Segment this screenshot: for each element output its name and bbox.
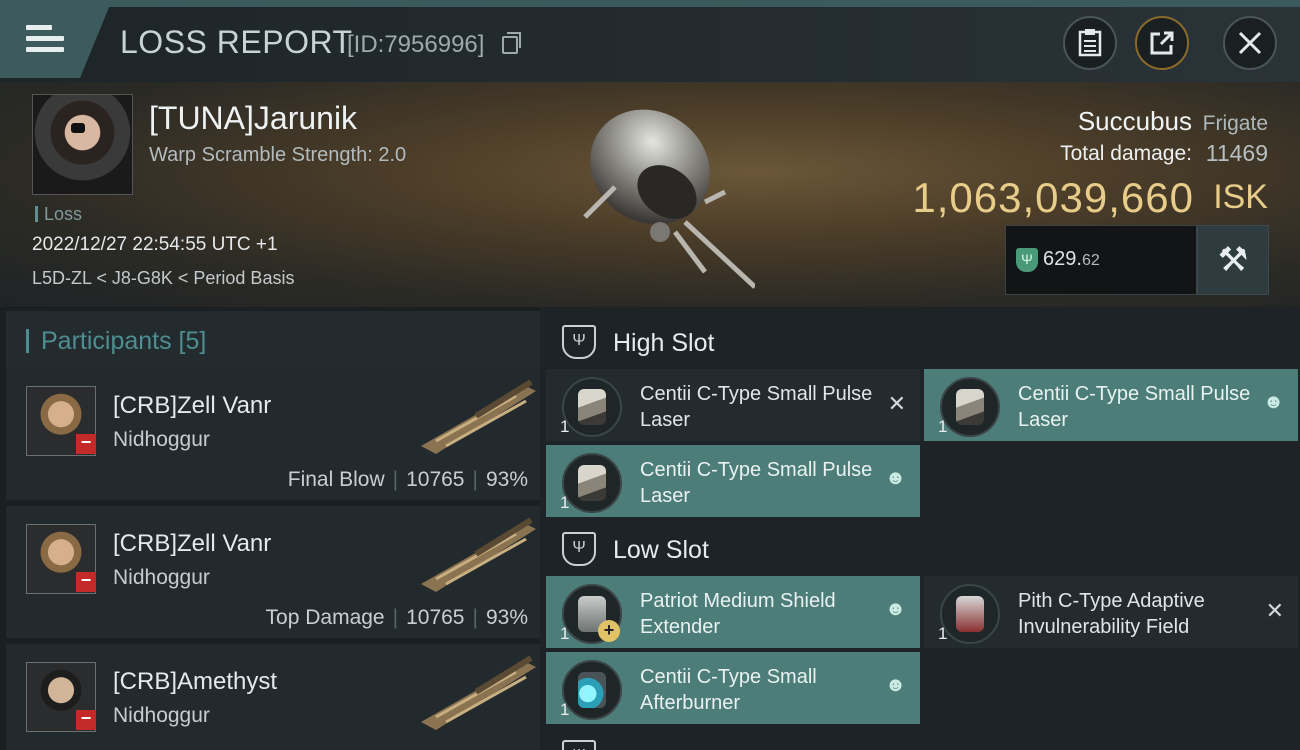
module-item[interactable]: 1 Centii C-Type Small Pulse Laser ☻ <box>924 369 1298 441</box>
clipboard-button[interactable] <box>1063 16 1117 70</box>
kill-location: L5D-ZL < J8-G8K < Period Basis <box>32 268 295 288</box>
module-icon <box>562 660 622 720</box>
module-item[interactable]: 1 Centii C-Type Small Pulse Laser ✕ <box>546 369 920 441</box>
participant-tag: Top Damage <box>265 606 385 629</box>
participant-percent: 93% <box>485 468 528 491</box>
dropped-person-icon: ☻ <box>884 674 906 696</box>
module-item[interactable]: + 1 Patriot Medium Shield Extender ☻ <box>546 576 920 648</box>
participant-ship-image <box>421 655 536 730</box>
high-slot-label: High Slot <box>613 329 715 357</box>
dropped-person-icon: ☻ <box>884 598 906 620</box>
destroyed-icon: ✕ <box>887 391 906 416</box>
module-quantity: 1 <box>938 624 948 643</box>
module-icon <box>940 584 1000 644</box>
destroyed-icon: ✕ <box>1265 598 1284 623</box>
fitting-value: 629.62 <box>1043 248 1100 270</box>
copy-id-icon[interactable] <box>502 32 521 54</box>
participants-panel: Participants [5] − [CRB]Zell Vanr Nidhog… <box>0 307 540 750</box>
module-name: Centii C-Type Small Pulse Laser <box>640 459 873 507</box>
participant-ship: Nidhoggur <box>113 428 210 451</box>
loss-tag: Loss <box>35 205 82 223</box>
report-id: [ID:7956996] <box>347 31 485 58</box>
victim-portrait[interactable] <box>32 94 133 195</box>
participant-row[interactable]: − [CRB]Zell Vanr Nidhoggur Final Blow | 10… <box>6 368 540 500</box>
module-icon <box>940 377 1000 437</box>
participant-row[interactable]: − [CRB]Zell Vanr Nidhoggur Top Damage | 10… <box>6 506 540 638</box>
close-button[interactable] <box>1223 16 1277 70</box>
participant-stats: Top Damage | 10765 | 93% <box>265 606 528 629</box>
share-button[interactable] <box>1135 16 1189 70</box>
plus-badge-icon: + <box>598 620 620 642</box>
high-slot-icon: Ψ <box>562 325 596 359</box>
participant-row[interactable]: − [CRB]Amethyst Nidhoggur <box>6 644 540 750</box>
warp-scramble-strength: Warp Scramble Strength: 2.0 <box>149 144 407 166</box>
module-name: Centii C-Type Small Afterburner <box>640 666 817 714</box>
participant-damage: 10765 <box>406 468 465 491</box>
participant-damage: 10765 <box>406 606 465 629</box>
isk-unit: ISK <box>1213 178 1268 216</box>
participant-ship: Nidhoggur <box>113 566 210 589</box>
participant-name: [CRB]Amethyst <box>113 668 278 695</box>
fitting-value-box[interactable]: Ψ 629.62 <box>1005 225 1197 295</box>
total-damage-label: Total damage: <box>1060 142 1192 165</box>
modules-panel: Ψ High Slot 1 Centii C-Type Small Pulse … <box>540 307 1300 750</box>
low-slot-label: Low Slot <box>613 536 709 564</box>
fitting-tools-button[interactable]: ⚒ <box>1197 225 1269 295</box>
participant-stats: Final Blow | 10765 | 93% <box>287 468 528 491</box>
isk-value: 1,063,039,660 <box>912 174 1194 221</box>
module-item[interactable]: 1 Centii C-Type Small Pulse Laser ☻ <box>546 445 920 517</box>
fitting-icon: Ψ <box>1016 248 1038 272</box>
page-title: LOSS REPORT <box>120 24 353 60</box>
participant-ship-image <box>421 379 536 454</box>
participants-title: Participants [5] <box>26 329 206 354</box>
module-item[interactable]: 1 Centii C-Type Small Afterburner ☻ <box>546 652 920 724</box>
module-name: Centii C-Type Small Pulse Laser <box>1018 383 1251 431</box>
victim-name[interactable]: [TUNA]Jarunik <box>149 100 357 137</box>
module-quantity: 1 <box>938 417 948 436</box>
module-name: Patriot Medium Shield Extender <box>640 590 836 638</box>
dropped-person-icon: ☻ <box>884 467 906 489</box>
participant-tag: Final Blow <box>287 468 385 491</box>
participant-ship: Nidhoggur <box>113 704 210 727</box>
menu-button[interactable] <box>0 0 112 78</box>
victim-ship-class: Frigate <box>1202 112 1268 135</box>
hostile-standing-icon: − <box>76 433 96 454</box>
victim-banner: [TUNA]Jarunik Warp Scramble Strength: 2.… <box>0 82 1300 307</box>
participants-header[interactable]: Participants [5] <box>6 311 540 369</box>
module-quantity: 1 <box>560 493 570 512</box>
kill-datetime: 2022/12/27 22:54:55 UTC +1 <box>32 234 278 255</box>
hostile-standing-icon: − <box>76 571 96 592</box>
module-item[interactable]: 1 Pith C-Type Adaptive Invulnerability F… <box>924 576 1298 648</box>
close-icon <box>1238 31 1262 55</box>
module-name: Centii C-Type Small Pulse Laser <box>640 383 873 431</box>
module-quantity: 1 <box>560 624 570 643</box>
participant-name: [CRB]Zell Vanr <box>113 392 272 419</box>
tools-icon: ⚒ <box>1217 241 1249 279</box>
module-icon <box>562 453 622 513</box>
hostile-standing-icon: − <box>76 709 96 730</box>
low-slot-icon: Ψ <box>562 532 596 566</box>
dropped-person-icon: ☻ <box>1262 391 1284 413</box>
participant-percent: 93% <box>485 606 528 629</box>
module-quantity: 1 <box>560 417 570 436</box>
victim-ship-image <box>583 109 755 289</box>
clipboard-icon <box>1078 29 1102 57</box>
participant-ship-image <box>421 517 536 592</box>
victim-ship-name[interactable]: Succubus <box>1078 106 1192 137</box>
header-bar: LOSS REPORT [ID:7956996] <box>0 0 1300 82</box>
module-quantity: 1 <box>560 700 570 719</box>
share-icon <box>1150 31 1174 55</box>
participant-name: [CRB]Zell Vanr <box>113 530 272 557</box>
module-name: Pith C-Type Adaptive Invulnerability Fie… <box>1018 590 1205 638</box>
total-damage-value: 11469 <box>1205 140 1268 166</box>
menu-icon[interactable] <box>26 25 64 53</box>
module-icon <box>562 377 622 437</box>
mid-slot-icon: Ψ <box>562 740 596 750</box>
